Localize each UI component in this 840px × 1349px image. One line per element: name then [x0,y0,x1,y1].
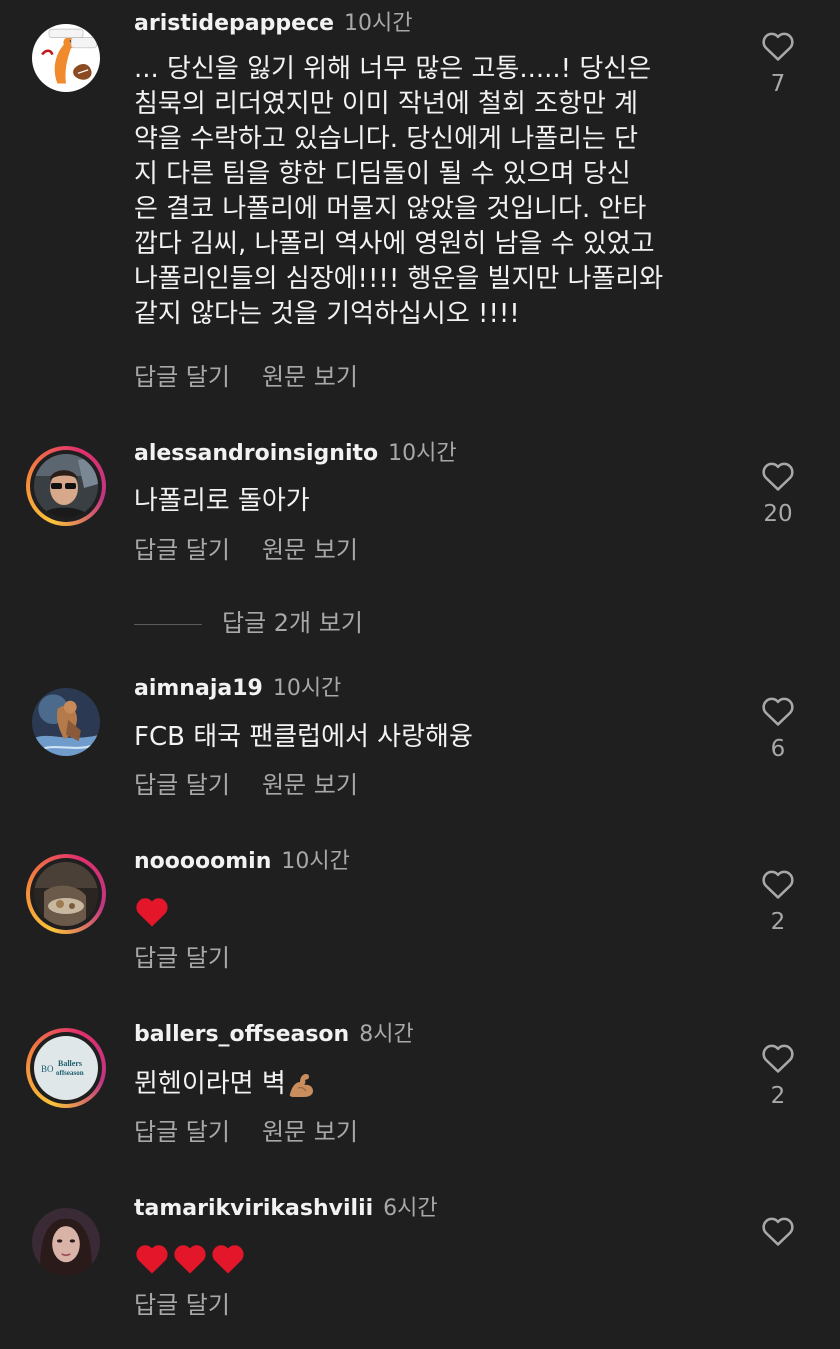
avatar-image-man [34,454,98,518]
comment-actions: 답글 달기 원문 보기 [134,1117,358,1147]
avatar-story-ring [30,858,102,930]
comment-text-line: 나폴리인들의 심장에!!!! 행운을 빌지만 나폴리와 [134,264,664,294]
timestamp: 10시간 [344,11,413,36]
comment-text-line: 같지 않다는 것을 기억하십시오 !!!! [134,299,520,329]
heart-outline-icon [762,1044,794,1073]
like-button[interactable]: 2 [752,1042,804,1110]
avatar[interactable] [26,18,106,98]
comment-text-line: ... 당신을 잃기 위해 너무 많은 고통.....! 당신은 [134,54,652,84]
comment-text: 나폴리로 돌아가 [134,486,310,516]
avatar-story-ring: BO Ballers offseason [30,1032,102,1104]
like-count: 2 [770,1083,786,1109]
username[interactable]: tamarikvirikashvilii [134,1196,373,1221]
comment-text-line: 깝다 김씨, 나폴리 역사에 영원히 남을 수 있었고 [134,229,655,259]
comment-header: nooooomin 10시간 [134,848,350,876]
like-button[interactable]: 6 [752,695,804,763]
reply-button[interactable]: 답글 달기 [134,1291,230,1319]
like-count: 20 [763,501,793,527]
avatar[interactable] [26,446,106,526]
username[interactable]: nooooomin [134,849,271,874]
see-original-button[interactable]: 원문 보기 [262,363,358,391]
flexed-biceps-emoji [289,1073,313,1097]
avatar-story-ring [30,450,102,522]
comment-text [134,894,734,929]
red-heart-emoji [136,898,168,927]
like-button[interactable]: 7 [752,30,804,98]
view-replies-button[interactable]: 답글 2개 보기 [134,608,363,638]
heart-outline-icon [762,1217,794,1246]
avatar-image-logo: BO Ballers offseason [34,1036,98,1100]
timestamp: 10시간 [281,849,350,874]
reply-button[interactable]: 답글 달기 [134,944,230,972]
logo-text-line2: offseason [56,1069,84,1077]
comment-text: ... 당신을 잃기 위해 너무 많은 고통.....! 당신은 침묵의 리더였… [134,52,734,332]
username[interactable]: aimnaja19 [134,676,263,701]
avatar-image-illustration [32,688,100,756]
red-heart-emoji [174,1245,206,1274]
heart-outline-icon [762,697,794,726]
view-replies-label: 답글 2개 보기 [222,609,363,637]
avatar-image-woman [32,1208,100,1276]
reply-button[interactable]: 답글 달기 [134,363,230,391]
see-original-button[interactable]: 원문 보기 [262,1118,358,1146]
comment-header: alessandroinsignito 10시간 [134,440,457,468]
comment-header: aristidepappece 10시간 [134,10,413,38]
like-button[interactable] [752,1215,804,1247]
like-count: 2 [770,909,786,935]
avatar[interactable] [26,854,106,934]
avatar-image-photo [34,862,98,926]
red-heart-emoji [212,1245,244,1274]
heart-outline-icon [762,870,794,899]
logo-text-line1: Ballers [58,1059,82,1068]
avatar[interactable]: BO Ballers offseason [26,1028,106,1108]
reply-button[interactable]: 답글 달기 [134,536,230,564]
comment-text-line: 지 다른 팀을 향한 디딤돌이 될 수 있으며 당신 [134,159,631,189]
comment-text-content: 뮌헨이라면 벽 [134,1069,286,1099]
comment-text-line: 은 결코 나폴리에 머물지 않았을 것입니다. 안타 [134,194,647,224]
comment-header: ballers_offseason 8시간 [134,1021,414,1049]
comment-text-line: 약을 수락하고 있습니다. 당신에게 나폴리는 단 [134,124,639,154]
timestamp: 8시간 [359,1022,414,1047]
avatar[interactable] [26,682,106,762]
heart-outline-icon [762,462,794,491]
username[interactable]: alessandroinsignito [134,441,378,466]
logo-initials: BO [41,1064,54,1074]
comment-actions: 답글 달기 [134,943,230,973]
reply-button[interactable]: 답글 달기 [134,771,230,799]
comment-text [134,1241,734,1276]
comment-actions: 답글 달기 원문 보기 [134,535,358,565]
avatar[interactable] [26,1202,106,1282]
timestamp: 10시간 [388,441,457,466]
replies-divider [134,623,202,625]
username[interactable]: ballers_offseason [134,1022,349,1047]
like-count: 7 [770,71,786,97]
comment-header: tamarikvirikashvilii 6시간 [134,1195,438,1223]
timestamp: 6시간 [383,1196,438,1221]
avatar-image-cartoon [32,24,100,92]
comment-header: aimnaja19 10시간 [134,675,341,703]
like-count: 6 [770,736,786,762]
see-original-button[interactable]: 원문 보기 [262,771,358,799]
reply-button[interactable]: 답글 달기 [134,1118,230,1146]
comment-actions: 답글 달기 [134,1290,230,1320]
red-heart-emoji [136,1245,168,1274]
heart-outline-icon [762,32,794,61]
comment-actions: 답글 달기 원문 보기 [134,770,358,800]
comment-text: 뮌헨이라면 벽 [134,1067,734,1102]
comment-text: FCB 태국 팬클럽에서 사랑해융 [134,722,473,752]
like-button[interactable]: 20 [752,460,804,528]
timestamp: 10시간 [272,676,342,701]
username[interactable]: aristidepappece [134,11,334,36]
see-original-button[interactable]: 원문 보기 [262,536,358,564]
comment-text-line: 침묵의 리더였지만 이미 작년에 철회 조항만 계 [134,89,639,119]
comment-actions: 답글 달기 원문 보기 [134,362,358,392]
like-button[interactable]: 2 [752,868,804,936]
